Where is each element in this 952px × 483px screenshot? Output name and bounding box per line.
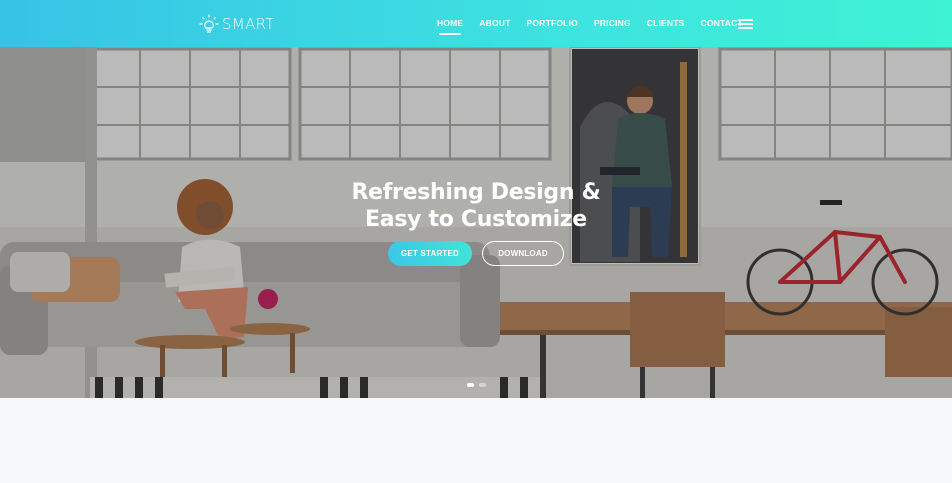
nav-item-clients[interactable]: CLIENTS (647, 0, 685, 47)
slider-dot-1[interactable] (466, 383, 474, 387)
nav-item-pricing[interactable]: PRICING (594, 0, 631, 47)
content-section (0, 398, 952, 483)
lightbulb-icon (199, 14, 219, 33)
hero-title: Refreshing Design & Easy to Customize (300, 179, 652, 233)
nav-item-home[interactable]: HOME (437, 0, 463, 47)
site-header: SMART HOME ABOUT PORTFOLIO PRICING CLIEN… (0, 0, 952, 47)
slider-pagination (0, 383, 952, 387)
get-started-button[interactable]: GET STARTED (388, 241, 472, 266)
brand-logo[interactable]: SMART (199, 13, 275, 35)
hero-title-line-2: Easy to Customize (365, 207, 587, 232)
main-nav: HOME ABOUT PORTFOLIO PRICING CLIENTS CON… (437, 0, 743, 47)
hamburger-menu-icon[interactable] (738, 19, 753, 29)
hero-section: Refreshing Design & Easy to Customize GE… (0, 47, 952, 398)
brand-name: SMART (222, 15, 275, 33)
download-button[interactable]: DOWNLOAD (482, 241, 564, 266)
nav-item-portfolio[interactable]: PORTFOLIO (527, 0, 578, 47)
slider-dot-2[interactable] (478, 383, 486, 387)
hero-title-line-1: Refreshing Design & (351, 180, 601, 205)
nav-item-about[interactable]: ABOUT (479, 0, 510, 47)
nav-item-contact[interactable]: CONTACT (701, 0, 743, 47)
